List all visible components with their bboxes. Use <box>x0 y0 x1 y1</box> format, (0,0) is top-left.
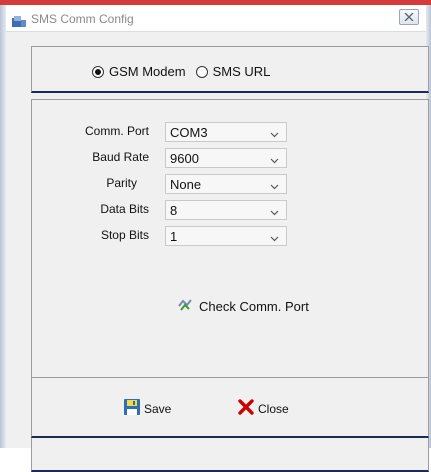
check-comm-port-label: Check Comm. Port <box>199 299 309 314</box>
chevron-down-icon <box>270 179 279 190</box>
chevron-down-icon <box>270 127 279 138</box>
mode-radio-group: GSM Modem SMS URL <box>92 64 270 79</box>
window-left-edge <box>0 5 6 448</box>
floppy-disk-icon <box>123 398 141 419</box>
parity-select[interactable]: None <box>165 174 287 194</box>
save-button[interactable]: Save <box>123 398 171 419</box>
baud-rate-select[interactable]: 9600 <box>165 148 287 168</box>
data-bits-value: 8 <box>170 203 178 218</box>
window-close-button[interactable] <box>399 9 419 25</box>
chevron-down-icon <box>270 231 279 242</box>
actions-group <box>31 377 429 438</box>
radio-unselected-icon <box>195 65 208 78</box>
close-button[interactable]: Close <box>237 398 289 419</box>
sms-url-radio[interactable]: SMS URL <box>195 64 271 79</box>
gsm-modem-label: GSM Modem <box>109 64 186 79</box>
data-bits-select[interactable]: 8 <box>165 200 287 220</box>
sms-app-icon <box>12 14 26 27</box>
radio-selected-icon <box>92 65 104 78</box>
sms-url-label: SMS URL <box>212 64 271 79</box>
parity-value: None <box>170 177 202 192</box>
gsm-modem-radio[interactable]: GSM Modem <box>92 64 186 79</box>
stop-bits-select[interactable]: 1 <box>165 226 287 246</box>
chevron-down-icon <box>270 153 279 164</box>
baud-rate-value: 9600 <box>170 151 199 166</box>
window-title: SMS Comm Config <box>31 12 134 26</box>
comm-port-label: Comm. Port <box>84 124 149 138</box>
close-icon <box>404 8 414 26</box>
comm-port-select[interactable]: COM3 <box>165 122 287 142</box>
stop-bits-label: Stop Bits <box>100 228 149 242</box>
chevron-down-icon <box>270 205 279 216</box>
parity-label: Parity <box>106 176 137 190</box>
close-label: Close <box>258 401 289 416</box>
comm-port-value: COM3 <box>170 125 208 140</box>
check-comm-port-button[interactable]: Check Comm. Port <box>178 298 309 315</box>
stop-bits-value: 1 <box>170 229 178 244</box>
check-port-icon <box>178 298 194 315</box>
data-bits-label: Data Bits <box>100 202 149 216</box>
baud-rate-label: Baud Rate <box>92 150 149 164</box>
sms-comm-config-window: SMS Comm Config GSM Modem SMS URL Comm. … <box>0 0 431 472</box>
save-label: Save <box>144 401 172 416</box>
red-x-icon <box>237 398 255 419</box>
